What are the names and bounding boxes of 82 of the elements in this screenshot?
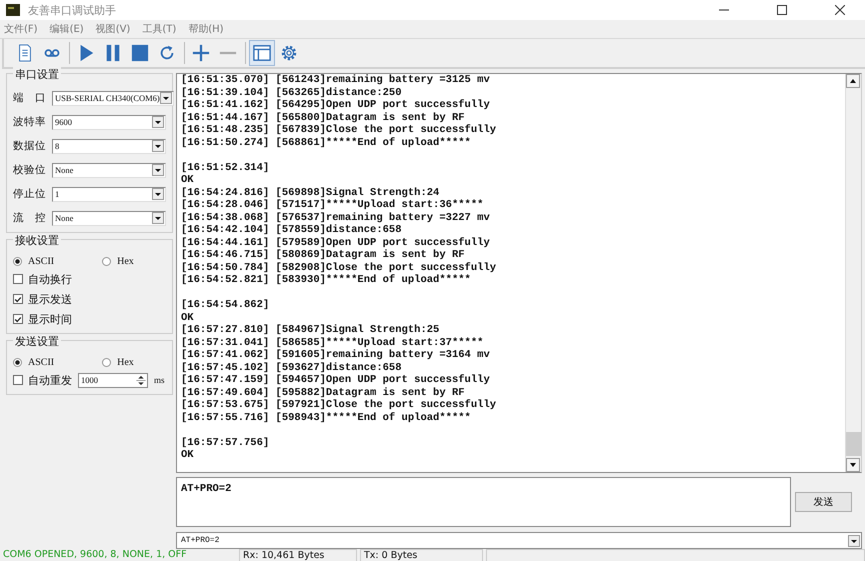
connection-status: COM6 OPENED, 9600, 8, NONE, 1, OFF <box>2 549 188 561</box>
log-line: [16:51:52.314] <box>181 162 270 174</box>
dropdown-field[interactable]: USB-SERIAL CH340(COM6) <box>52 90 174 106</box>
checkmark-icon <box>14 295 22 304</box>
field-label: 波特率 <box>13 115 47 129</box>
log-line: [16:51:35.070] [561243]remaining battery =3125 mv <box>181 74 491 86</box>
log-line: [16:51:44.167] [565800]Datagram is sent by RF <box>181 112 466 124</box>
field-label: 流 控 <box>13 211 47 225</box>
scroll-thumb[interactable] <box>846 432 861 456</box>
log-line: [16:54:46.715] [580869]Datagram is sent by RF <box>181 249 466 262</box>
log-line: [16:54:28.046] [571517]*****Upload start:36***** <box>181 199 484 212</box>
log-line: [16:51:48.235] [567839]Close the port successfully <box>181 124 498 136</box>
close-icon[interactable] <box>835 5 845 15</box>
menu-item[interactable]: 视图(V) <box>96 22 130 36</box>
dropdown-field[interactable]: 9600 <box>52 114 166 130</box>
window-icon[interactable] <box>253 44 271 62</box>
settings-icon[interactable] <box>280 44 298 62</box>
log-line: [16:57:53.675] [597921]Close the port successfully <box>181 399 498 412</box>
radio-option[interactable]: ASCII <box>13 256 54 267</box>
dropdown-field[interactable]: None <box>52 162 166 178</box>
dropdown-field[interactable]: 8 <box>52 138 166 154</box>
log-line: [16:57:57.756] <box>181 436 270 449</box>
maximize-icon[interactable] <box>777 5 787 15</box>
plus-icon[interactable] <box>192 44 210 62</box>
log-line: OK <box>181 449 195 462</box>
field-label: 端 口 <box>13 91 47 105</box>
document-icon[interactable] <box>16 44 34 62</box>
radio-option[interactable]: Hex <box>102 256 134 267</box>
dropdown-field[interactable]: None <box>52 210 166 226</box>
radio-option[interactable]: ASCII <box>13 357 54 368</box>
field-label: 校验位 <box>13 163 47 177</box>
menu-item[interactable]: 文件(F) <box>4 22 38 36</box>
spinner-arrows-icon[interactable] <box>136 374 146 386</box>
log-line: OK <box>181 312 195 324</box>
log-line: [16:54:54.862] <box>181 299 270 312</box>
group-title: 串口设置 <box>13 67 61 82</box>
send-input-field[interactable]: AT+PRO=2 <box>176 477 791 528</box>
history-dropdown[interactable]: AT+PRO=2 <box>176 532 862 549</box>
menu-item[interactable]: 工具(T) <box>142 22 176 36</box>
send-button[interactable]: 发送 <box>795 492 852 512</box>
checkmark-icon <box>14 315 22 324</box>
log-line: [16:54:50.784] [582908]Close the port successfully <box>181 262 498 274</box>
scroll-up-icon[interactable] <box>846 74 860 88</box>
checkbox-option[interactable]: 自动重发 <box>13 372 72 388</box>
unit-label: ms <box>154 375 165 385</box>
group-title: 发送设置 <box>13 334 61 349</box>
log-line: [16:54:52.821] [583930]*****End of upload***** <box>181 274 472 286</box>
log-line: [16:57:27.810] [584967]Signal Strength:25 <box>181 324 440 336</box>
checkbox-option[interactable]: 自动换行 <box>13 271 166 287</box>
log-line: [16:51:50.274] [568861]*****End of upload***** <box>181 136 472 149</box>
pause-icon[interactable] <box>104 44 122 62</box>
interval-field[interactable]: 1000 <box>78 372 148 388</box>
checkbox-option[interactable]: 显示时间 <box>13 311 166 327</box>
menu-item[interactable]: 帮助(H) <box>188 22 224 36</box>
log-line: [16:57:49.604] [595882]Datagram is sent by RF <box>181 386 466 399</box>
log-line: [16:57:47.159] [594657]Open UDP port successfully <box>181 374 491 386</box>
tx-counter: Tx: 0 Bytes <box>360 549 483 561</box>
checkbox-option[interactable]: 显示发送 <box>13 291 166 307</box>
log-line: OK <box>181 174 195 186</box>
stop-icon[interactable] <box>131 44 149 62</box>
scrollbar[interactable] <box>845 74 861 472</box>
dropdown-field[interactable]: 1 <box>52 186 166 202</box>
field-label: 停止位 <box>13 187 47 201</box>
log-line: [16:54:42.104] [578559]distance:658 <box>181 224 403 236</box>
refresh-icon[interactable] <box>158 44 176 62</box>
log-line: [16:57:31.041] [586585]*****Upload start:37***** <box>181 336 484 349</box>
log-line: [16:54:38.068] [576537]remaining battery =3227 mv <box>181 212 491 224</box>
log-line: [16:54:24.816] [569898]Signal Strength:24 <box>181 186 440 199</box>
menu-item[interactable]: 编辑(E) <box>50 22 84 36</box>
log-line: [16:57:45.102] [593627]distance:658 <box>181 362 403 374</box>
log-line: [16:51:41.162] [564295]Open UDP port successfully <box>181 99 491 112</box>
scroll-down-icon[interactable] <box>846 458 860 472</box>
window-title: 友善串口调试助手 <box>28 2 116 18</box>
log-line: [16:54:44.161] [579589]Open UDP port successfully <box>181 236 491 249</box>
radio-option[interactable]: Hex <box>102 357 134 368</box>
log-line: [16:57:55.716] [598943]*****End of upload***** <box>181 412 472 424</box>
app-icon <box>6 4 20 16</box>
log-line: [16:51:39.104] [563265]distance:250 <box>181 86 403 99</box>
group-title: 接收设置 <box>13 233 61 248</box>
field-label: 数据位 <box>13 139 47 153</box>
rx-counter: Rx: 10,461 Bytes <box>239 549 357 561</box>
log-line: [16:57:41.062] [591605]remaining battery =3164 mv <box>181 349 491 362</box>
